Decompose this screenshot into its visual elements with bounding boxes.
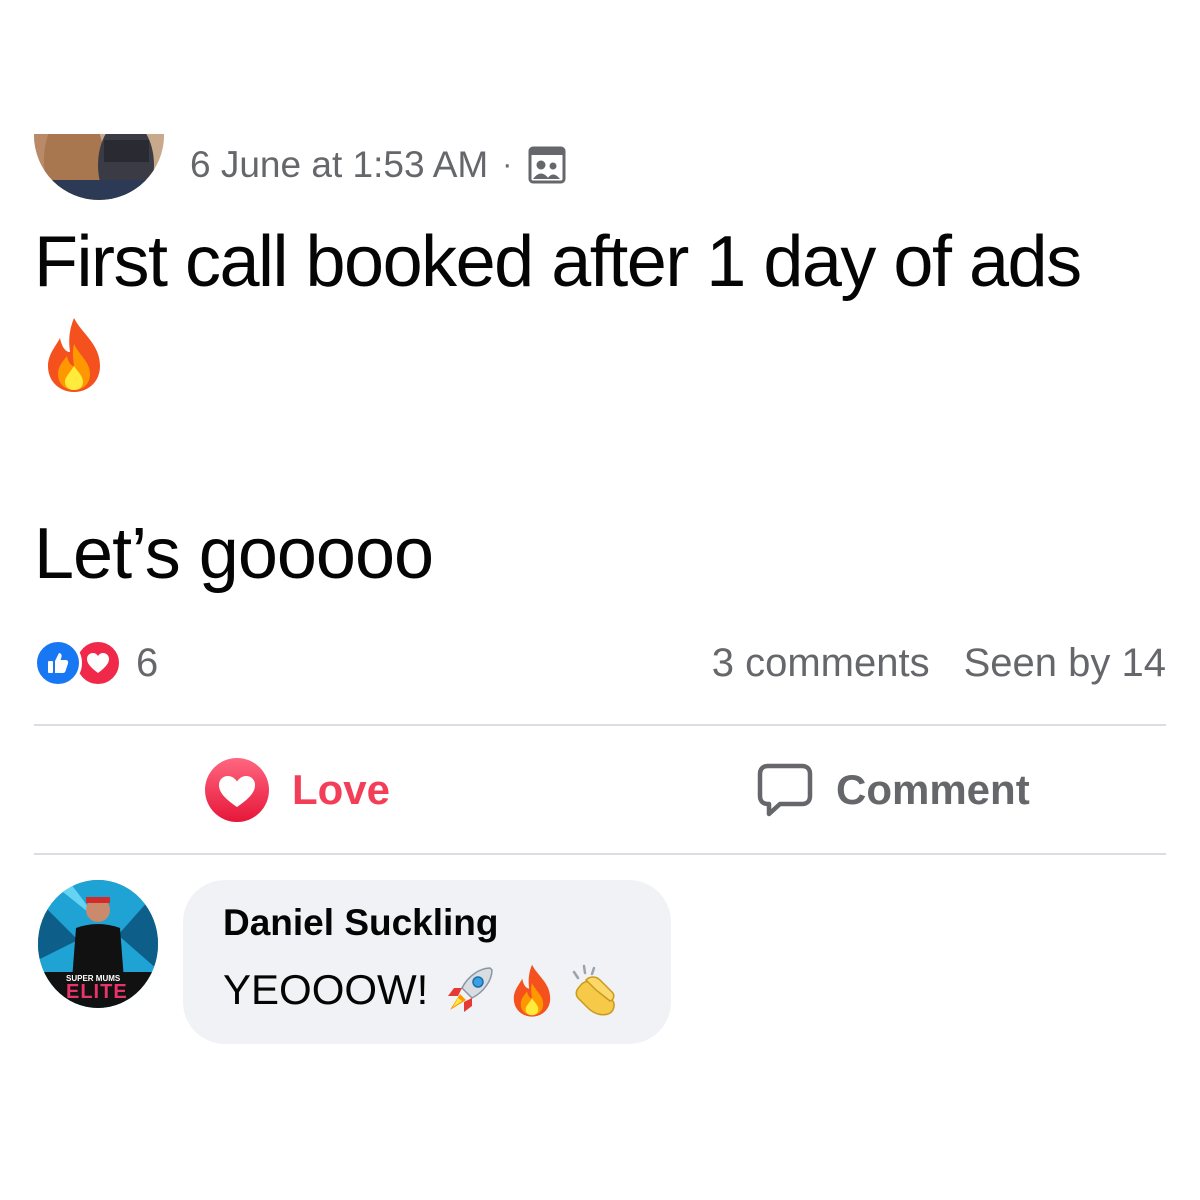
comment-button-label: Comment <box>836 766 1030 813</box>
fire-icon <box>48 318 100 392</box>
comment-button[interactable]: Comment <box>756 757 1030 823</box>
reaction-count: 6 <box>136 640 159 685</box>
commenter-name[interactable]: Daniel Suckling <box>223 902 499 944</box>
comment-bubble[interactable]: Daniel Suckling YEOOOW! <box>183 880 671 1044</box>
divider-bottom <box>34 853 1166 855</box>
love-icon <box>205 758 269 822</box>
clapping-hands-icon <box>573 964 616 1016</box>
comment-item: SUPER MUMS ELITE Daniel Suckling YEOOOW! <box>38 880 1168 1050</box>
post-text-line2: Let’s gooooo <box>34 514 434 594</box>
comment-count[interactable]: 3 comments <box>712 641 930 686</box>
love-button-label: Love <box>292 766 391 813</box>
reaction-summary[interactable]: 6 <box>34 636 158 690</box>
comment-bubble-icon <box>757 763 813 817</box>
love-button[interactable]: Love <box>204 757 390 823</box>
like-icon <box>34 639 82 687</box>
avatar-label-bottom: ELITE <box>66 981 128 1003</box>
comment-content: YEOOOW! <box>223 960 628 1020</box>
header-mask <box>0 0 1200 134</box>
divider-top <box>34 724 1166 726</box>
comment-text: YEOOOW! <box>223 966 429 1013</box>
post-actions: Love Comment <box>34 727 1166 853</box>
stats-right: 3 comments Seen by 14 <box>712 636 1166 690</box>
post-stats: 6 3 comments Seen by 14 <box>34 636 1166 690</box>
fire-icon <box>514 964 551 1017</box>
post-meta: 6 June at 1:53 AM · <box>190 140 566 190</box>
post-text-line1: First call booked after 1 day of ads <box>34 222 1082 302</box>
commenter-avatar[interactable]: SUPER MUMS ELITE <box>38 880 158 1008</box>
seen-by-count[interactable]: Seen by 14 <box>964 641 1166 686</box>
meta-separator: · <box>502 148 513 181</box>
rocket-icon <box>448 967 494 1012</box>
post-body: First call booked after 1 day of ads <box>34 220 1174 399</box>
post-timestamp[interactable]: 6 June at 1:53 AM <box>190 144 488 186</box>
post-header: 6 June at 1:53 AM · <box>0 0 1200 210</box>
group-members-icon[interactable] <box>528 146 566 184</box>
